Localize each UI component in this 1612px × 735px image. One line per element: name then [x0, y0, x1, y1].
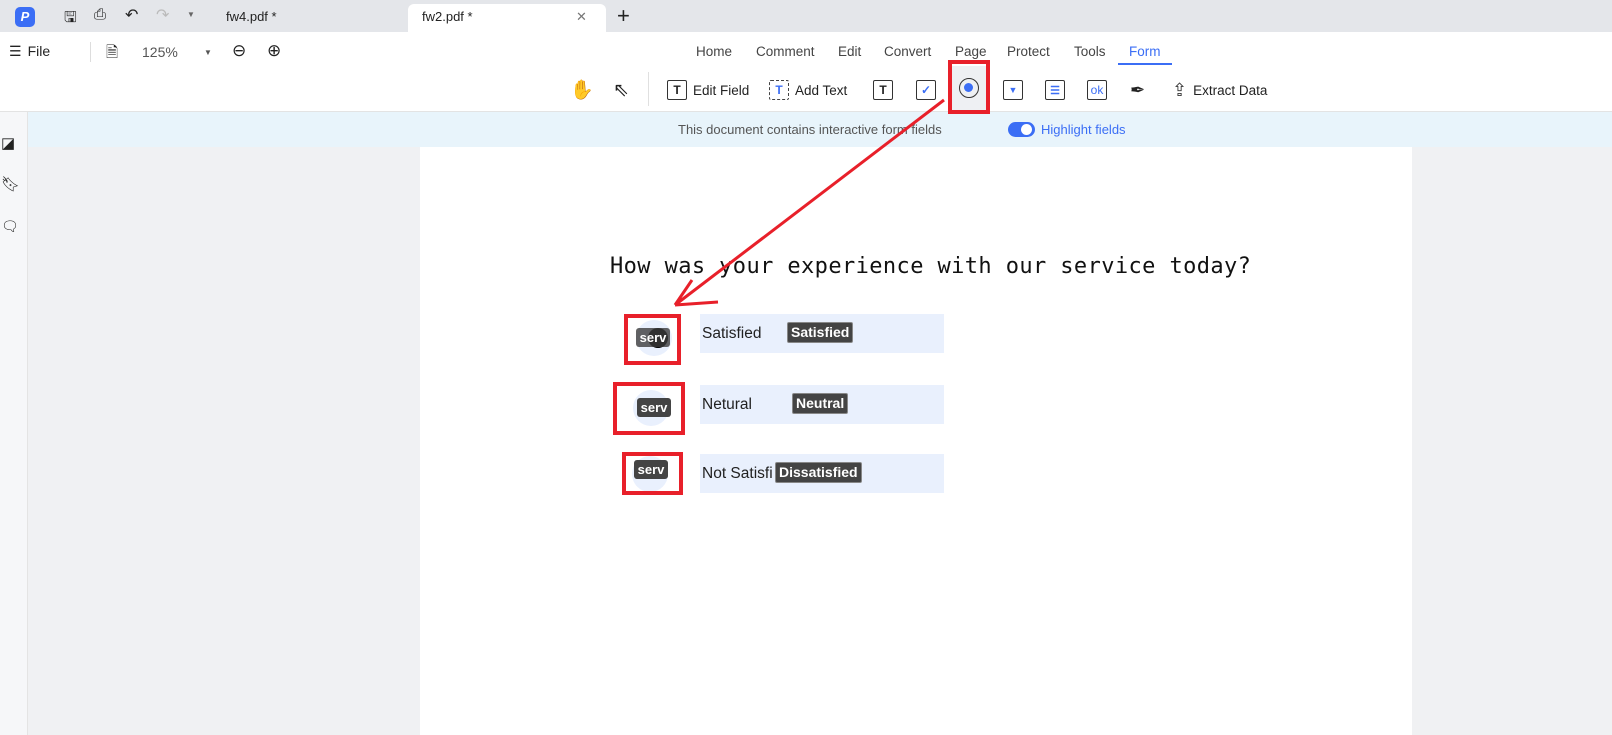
- annotation-box-field-1: [624, 314, 681, 365]
- annotation-box-field-3: [622, 452, 683, 495]
- annotation-box-field-2: [613, 382, 685, 435]
- annotation-box-radio-tool: [948, 60, 990, 114]
- annotation-arrow: [673, 98, 945, 307]
- annotation-overlay: [613, 60, 990, 495]
